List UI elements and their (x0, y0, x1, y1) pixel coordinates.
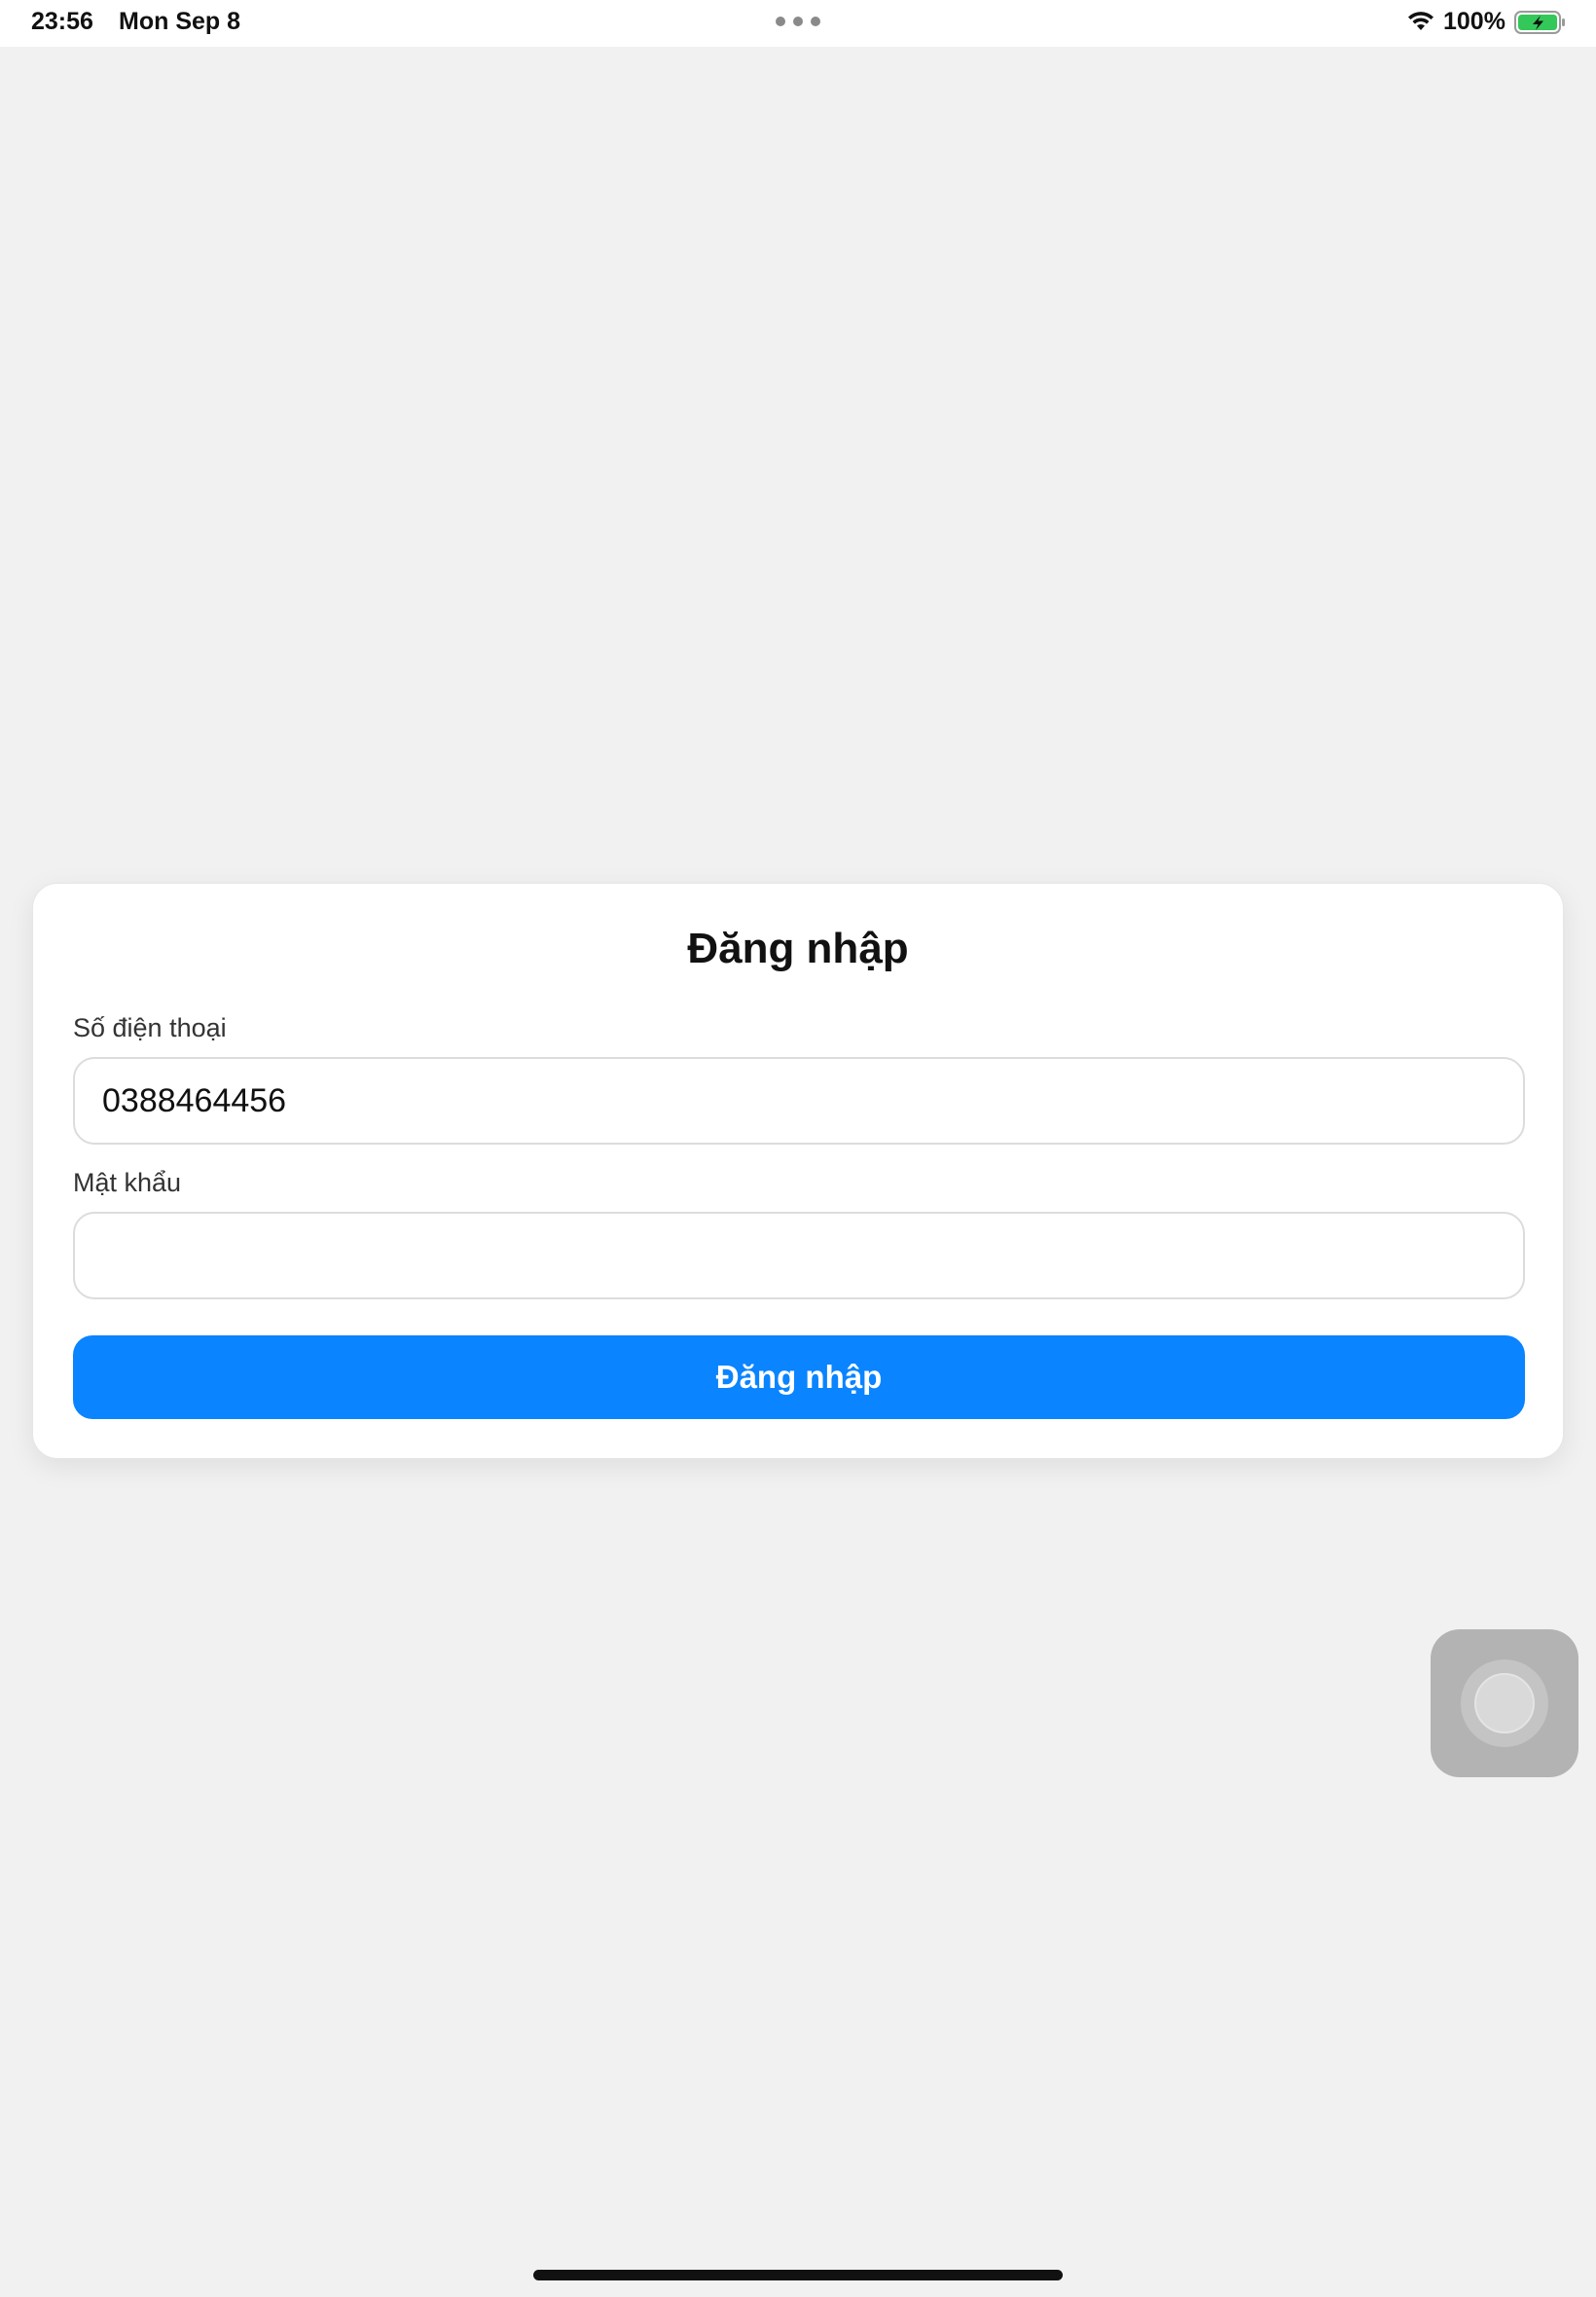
status-date: Mon Sep 8 (119, 8, 241, 35)
login-title: Đăng nhập (687, 925, 909, 972)
login-button[interactable]: Đăng nhập (73, 1335, 1525, 1419)
wifi-icon (1408, 12, 1433, 30)
multitasking-dots-icon[interactable] (776, 17, 820, 26)
home-indicator[interactable] (533, 2270, 1063, 2280)
status-bar: 23:56 Mon Sep 8 100% (0, 0, 1596, 47)
assistive-touch-button[interactable] (1431, 1629, 1578, 1777)
battery-charging-icon (1514, 11, 1565, 34)
phone-input[interactable]: 0388464456 (73, 1057, 1525, 1145)
password-input[interactable] (73, 1212, 1525, 1299)
password-label: Mật khẩu (73, 1168, 182, 1197)
status-time: 23:56 (31, 8, 93, 35)
assistive-touch-icon (1474, 1673, 1535, 1733)
login-card: Đăng nhập Số điện thoại 0388464456 Mật k… (32, 883, 1564, 1459)
battery-percent: 100% (1443, 8, 1505, 35)
phone-label: Số điện thoại (73, 1013, 227, 1042)
